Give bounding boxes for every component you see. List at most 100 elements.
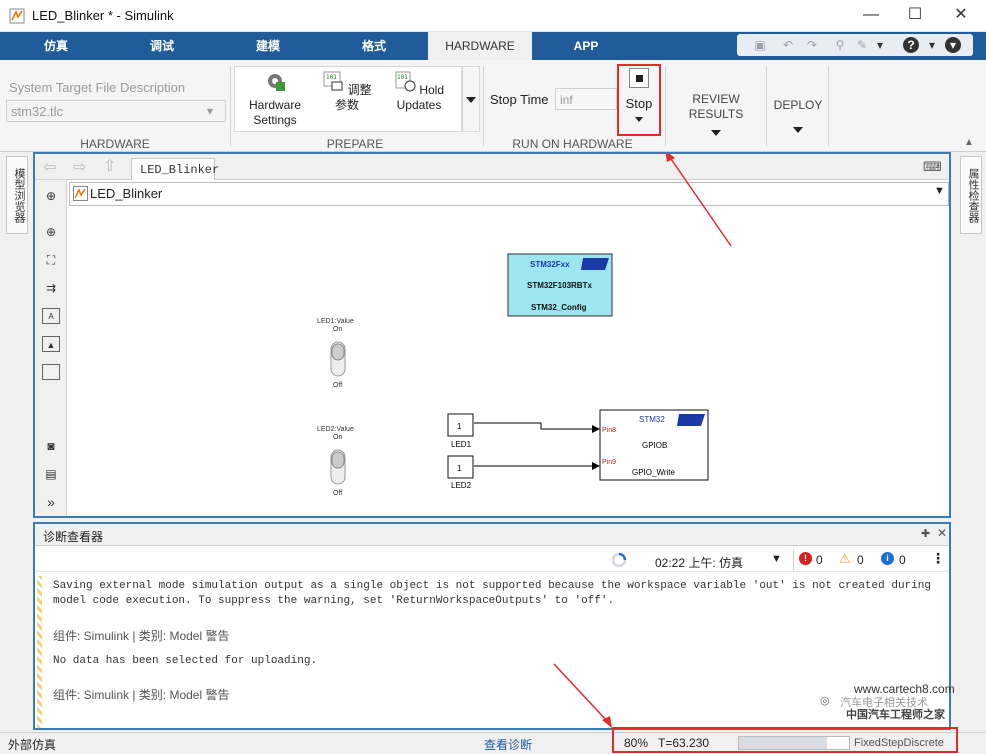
switch1-on: On <box>333 326 342 333</box>
switch2-off: Off <box>333 490 342 497</box>
title-bar: LED_Blinker * - Simulink — ☐ ✕ <box>0 0 986 32</box>
stop-icon <box>629 68 649 88</box>
divider <box>483 66 484 146</box>
info-count: 0 <box>899 553 906 567</box>
gpio-pin2: Pin9 <box>602 459 616 466</box>
annotation-arrow-top <box>665 154 732 247</box>
switch1-label: LED1:Value <box>317 318 354 325</box>
simulink-logo-icon <box>9 8 25 24</box>
signal-arrow-icon[interactable]: ⇉ <box>42 280 60 296</box>
divider <box>230 66 231 146</box>
info-icon[interactable]: i <box>881 552 894 565</box>
diag-msg2-line1: No data has been selected for uploading. <box>53 655 318 667</box>
comment-icon[interactable]: ✎ <box>853 36 871 54</box>
stop-button[interactable]: Stop <box>621 68 657 132</box>
diag-msg2-meta: 组件: Simulink | 类别: Model 警告 <box>53 688 230 702</box>
fit-view-icon[interactable]: ⛶ <box>42 252 60 268</box>
tab-modeling[interactable]: 建模 <box>232 32 304 60</box>
warning-icon[interactable]: ⚠ <box>839 551 851 567</box>
led2-switch[interactable]: LED2:Value On Off <box>317 426 354 497</box>
tab-hardware[interactable]: HARDWARE <box>428 32 532 60</box>
help-menu-chevron-icon[interactable]: ▾ <box>923 36 941 54</box>
progress-percent: 80% <box>624 736 649 750</box>
chevron-down-icon[interactable]: ▾ <box>871 36 889 54</box>
review-results-button[interactable]: REVIEW RESULTS <box>676 92 756 136</box>
chevron-down-icon: ▾ <box>207 104 214 118</box>
status-bar: 外部仿真 查看诊断 80% T=63.230 FixedStepDiscrete <box>0 727 986 754</box>
watermark-brand: 中国汽车工程师之家 <box>846 709 945 721</box>
solver-name[interactable]: FixedStepDiscrete <box>854 737 944 749</box>
group-label-hardware: HARDWARE <box>80 137 150 151</box>
screenshot-icon[interactable]: ◙ <box>42 438 60 454</box>
svg-text:101: 101 <box>397 74 408 81</box>
tab-app[interactable]: APP <box>550 32 622 60</box>
tab-format[interactable]: 格式 <box>338 32 410 60</box>
chevron-down-icon <box>793 127 803 133</box>
redo-icon[interactable]: ↷ <box>803 36 821 54</box>
hardware-settings-label: Hardware Settings <box>248 98 302 127</box>
signal-line-led1[interactable] <box>474 422 600 433</box>
gpio-name: GPIO_Write <box>632 468 676 477</box>
hold-updates-icon: 101 <box>395 71 416 92</box>
stop-time-input[interactable]: inf <box>555 88 617 110</box>
property-inspector-tab[interactable]: 属性检查器 <box>960 156 982 234</box>
gear-icon <box>268 74 285 91</box>
chevron-down-icon[interactable]: ▼ <box>771 553 782 565</box>
hold-updates-button[interactable]: 101 Hold Updates <box>392 70 446 113</box>
const1-value: 1 <box>457 422 462 431</box>
group-label-prepare: PREPARE <box>326 137 384 151</box>
const2-name: LED2 <box>451 481 472 490</box>
expand-palette-icon[interactable]: » <box>42 494 60 510</box>
loading-spinner-icon <box>611 552 627 568</box>
hardware-settings-button[interactable]: Hardware Settings <box>240 70 310 128</box>
undo-icon[interactable]: ↶ <box>779 36 797 54</box>
binary-params-icon: 101 <box>323 71 343 91</box>
close-button[interactable]: ✕ <box>938 0 984 32</box>
deploy-button[interactable]: DEPLOY <box>770 98 826 133</box>
maximize-button[interactable]: ☐ <box>892 0 938 32</box>
divider <box>828 66 829 146</box>
model-browser-tab[interactable]: 模型浏览器 <box>6 156 28 234</box>
error-icon[interactable]: ! <box>799 552 812 565</box>
image-icon[interactable]: ▲ <box>42 336 60 352</box>
config-block-name: STM32_Config <box>531 303 587 312</box>
diag-toolbar: 02:22 上午: 仿真 ▼ ! 0 ⚠ 0 i 0 ⋮ <box>35 548 949 572</box>
tab-simulation[interactable]: 仿真 <box>20 32 92 60</box>
gallery-expand-button[interactable] <box>462 66 480 132</box>
constant-block-led2[interactable]: 1 LED2 <box>447 455 474 490</box>
stm32-config-block[interactable]: STM32Fxx STM32F103RBTx STM32_Config <box>507 253 613 317</box>
diag-title: 诊断查看器 <box>43 530 104 544</box>
annotation-icon[interactable]: A <box>42 308 60 324</box>
target-file-select[interactable]: stm32.tlc ▾ <box>6 100 226 122</box>
diagnostic-viewer: 诊断查看器 ✚ ✕ 02:22 上午: 仿真 ▼ ! 0 ⚠ 0 i 0 ⋮ S… <box>33 522 951 730</box>
tab-debug[interactable]: 调试 <box>126 32 198 60</box>
target-file-label: System Target File Description <box>9 80 186 95</box>
close-icon[interactable]: ✕ <box>937 526 947 540</box>
led1-switch[interactable]: LED1:Value On Off <box>317 318 354 389</box>
divider <box>793 550 794 570</box>
stop-label: Stop <box>625 96 653 111</box>
area-icon[interactable] <box>42 364 60 380</box>
collapse-toolstrip-icon[interactable]: ▾ <box>945 37 961 53</box>
save-icon[interactable]: ▣ <box>751 36 769 54</box>
config-block-title: STM32Fxx <box>530 260 570 269</box>
help-icon[interactable]: ? <box>903 37 919 53</box>
st-logo-icon <box>581 258 609 270</box>
tune-params-button[interactable]: 101 调整参数 <box>318 70 376 113</box>
more-options-icon[interactable]: ⋮ <box>931 550 945 567</box>
view-diagnostics-link[interactable]: 查看诊断 <box>484 736 532 753</box>
constant-block-led1[interactable]: 1 LED1 <box>447 413 474 449</box>
minimize-button[interactable]: — <box>848 0 894 32</box>
model-data-icon[interactable]: ▤ <box>42 466 60 482</box>
const1-name: LED1 <box>451 440 472 449</box>
collapse-arrow-icon[interactable]: ▲ <box>964 137 974 148</box>
window-title: LED_Blinker * - Simulink <box>32 8 174 23</box>
error-count: 0 <box>816 553 823 567</box>
chevron-down-icon <box>466 97 476 103</box>
gpio-write-block[interactable]: STM32 Pin8 Pin9 GPIOB GPIO_Write <box>599 409 709 481</box>
search-icon[interactable]: ⚲ <box>831 36 849 54</box>
const2-value: 1 <box>457 464 462 473</box>
diag-timestamp[interactable]: 02:22 上午: 仿真 <box>655 554 743 571</box>
pin-icon[interactable]: ✚ <box>921 527 930 540</box>
divider <box>766 66 767 146</box>
